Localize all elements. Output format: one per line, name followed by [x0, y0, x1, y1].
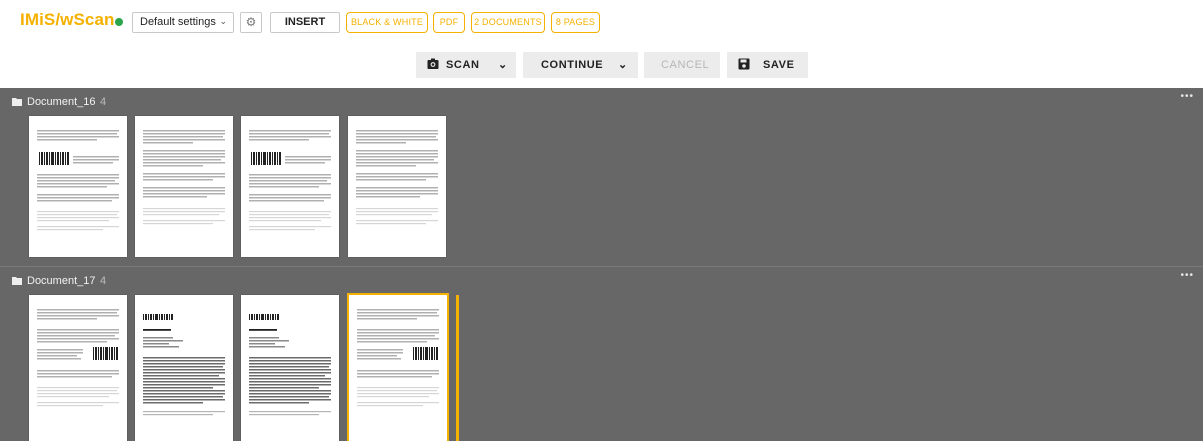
ellipsis-icon[interactable]: •••	[1180, 270, 1194, 281]
page-thumbnail[interactable]	[241, 295, 339, 441]
scan-options-chevron-icon[interactable]: ⌄	[498, 58, 508, 71]
settings-button[interactable]: ⚙	[240, 12, 262, 33]
document-group: Document_17 4 •••	[0, 267, 1203, 441]
continue-button[interactable]: CONTINUE ⌄	[523, 52, 638, 78]
app-title: IMiS/wScan	[20, 10, 115, 29]
page-thumbnail-selected[interactable]	[347, 293, 449, 441]
app-window: IMiS/wScan Default settings ⌄ ⚙ INSERT B…	[0, 0, 1203, 441]
page-content-graphic	[249, 314, 331, 416]
page-thumbnail[interactable]	[135, 116, 233, 257]
save-label: SAVE	[763, 59, 795, 71]
folder-icon	[12, 98, 22, 106]
save-button[interactable]: SAVE	[727, 52, 808, 78]
settings-select[interactable]: Default settings ⌄	[132, 12, 234, 33]
continue-label: CONTINUE	[541, 59, 604, 71]
scan-label: SCAN	[446, 59, 480, 71]
page-content-graphic	[249, 130, 331, 231]
format-chip[interactable]: PDF	[433, 12, 465, 33]
insert-position-marker	[456, 295, 459, 441]
page-thumbnail[interactable]	[348, 116, 446, 257]
cancel-button[interactable]: CANCEL	[644, 52, 720, 78]
page-content-graphic	[356, 130, 438, 225]
connection-status-indicator	[115, 18, 123, 26]
page-thumbnail[interactable]	[135, 295, 233, 441]
page-content-graphic	[143, 314, 225, 416]
settings-select-value: Default settings	[140, 16, 216, 28]
page-thumbnail[interactable]	[241, 116, 339, 257]
document-page-count: 4	[100, 96, 107, 108]
document-group: Document_16 4 •••	[0, 88, 1203, 266]
page-content-graphic	[37, 130, 119, 231]
color-mode-chip[interactable]: BLACK & WHITE	[346, 12, 428, 33]
gear-icon: ⚙	[245, 15, 257, 29]
document-name: Document_16	[27, 96, 96, 108]
page-thumbnail[interactable]	[29, 295, 127, 441]
page-thumbnail[interactable]	[29, 116, 127, 257]
page-content-graphic	[37, 309, 119, 407]
folder-icon	[12, 277, 22, 285]
camera-icon	[427, 58, 439, 69]
document-page-count: 4	[100, 275, 107, 287]
page-content-graphic	[143, 130, 225, 225]
ellipsis-icon[interactable]: •••	[1180, 91, 1194, 102]
cancel-label: CANCEL	[661, 59, 710, 71]
pages-count-chip[interactable]: 8 PAGES	[551, 12, 600, 33]
top-toolbar: IMiS/wScan Default settings ⌄ ⚙ INSERT B…	[0, 0, 1203, 46]
document-name: Document_17	[27, 275, 96, 287]
insert-button[interactable]: INSERT	[270, 12, 340, 33]
floppy-icon	[738, 58, 750, 70]
continue-options-chevron-icon[interactable]: ⌄	[618, 58, 628, 71]
chevron-down-icon: ⌄	[219, 16, 227, 26]
scan-button[interactable]: SCAN ⌄	[416, 52, 516, 78]
documents-count-chip[interactable]: 2 DOCUMENTS	[471, 12, 545, 33]
page-content-graphic	[357, 309, 439, 407]
